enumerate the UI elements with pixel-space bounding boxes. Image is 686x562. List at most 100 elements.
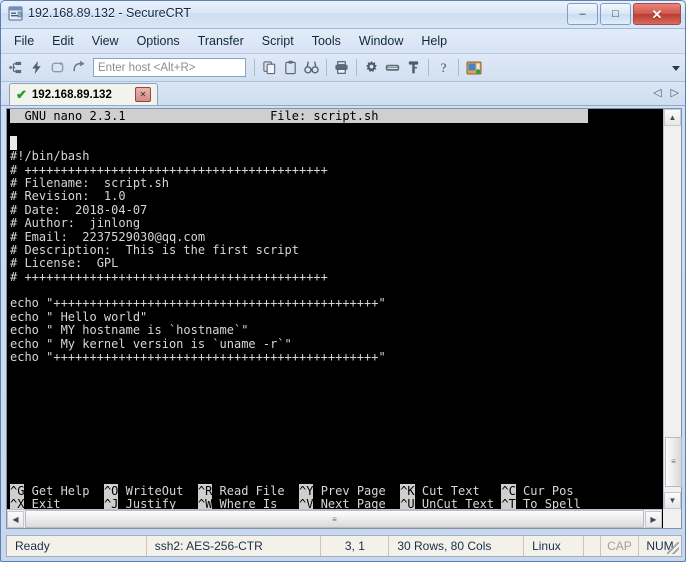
- menu-window[interactable]: Window: [350, 31, 412, 51]
- toolbar-overflow-chevron-icon[interactable]: [672, 66, 680, 71]
- new-session-icon[interactable]: [5, 57, 26, 78]
- menu-edit[interactable]: Edit: [43, 31, 83, 51]
- menu-transfer[interactable]: Transfer: [189, 31, 253, 51]
- scroll-right-icon: ▶: [650, 514, 657, 524]
- close-icon: ✕: [651, 6, 663, 22]
- terminal-line-text: # ++++++++++++++++++++++++++++++++++++++…: [10, 162, 328, 177]
- nano-shortcut-label: Get Help: [24, 483, 104, 498]
- tab-nav: ◁ ▷: [653, 86, 679, 99]
- menu-tools[interactable]: Tools: [303, 31, 350, 51]
- terminal-cursor: [10, 135, 18, 150]
- scroll-left-button[interactable]: ◀: [7, 510, 24, 528]
- gear-icon[interactable]: [361, 57, 382, 78]
- nano-shortcut-label: Exit: [24, 497, 104, 509]
- scroll-up-button[interactable]: ▲: [664, 109, 681, 126]
- nano-shortcut-label: Where Is: [212, 497, 300, 509]
- menu-script[interactable]: Script: [253, 31, 303, 51]
- nano-shortcut-label: Cur Pos: [515, 483, 589, 498]
- window-title: 192.168.89.132 - SecureCRT: [28, 6, 192, 20]
- nano-shortcut-key: ^W: [197, 497, 213, 509]
- securecrt-app-icon: [8, 6, 23, 21]
- terminal-line-text: # Revision: 1.0: [10, 189, 126, 204]
- menu-file[interactable]: File: [5, 31, 43, 51]
- terminal-blank-row: [10, 418, 662, 431]
- session-tab-label: 192.168.89.132: [31, 88, 112, 101]
- terminal-line: echo "++++++++++++++++++++++++++++++++++…: [10, 350, 662, 364]
- terminal-blank-row: [10, 405, 662, 418]
- nano-shortcut-key: ^C: [501, 483, 516, 498]
- status-caps-lock: CAP: [601, 536, 639, 556]
- terminal-line: #!/bin/bash: [10, 149, 662, 163]
- quick-connect-icon[interactable]: [26, 57, 47, 78]
- menu-options[interactable]: Options: [128, 31, 189, 51]
- nano-shortcut-key: ^G: [10, 483, 25, 498]
- help-icon[interactable]: ?: [433, 57, 454, 78]
- key-icon[interactable]: [403, 57, 424, 78]
- maximize-button[interactable]: □: [600, 3, 631, 25]
- terminal-line-text: # ++++++++++++++++++++++++++++++++++++++…: [10, 269, 328, 284]
- session-tab-bar: ✔ 192.168.89.132 ✕ ◁ ▷: [1, 82, 685, 106]
- host-input-placeholder: Enter host <Alt+R>: [98, 61, 196, 74]
- terminal-vertical-scrollbar[interactable]: ▲ ≡ ▼: [663, 109, 682, 509]
- close-button[interactable]: ✕: [633, 3, 681, 25]
- nano-shortcut-label: Prev Page: [313, 483, 401, 498]
- terminal-line: echo " My kernel version is `uname -r`": [10, 336, 662, 351]
- scroll-left-icon: ◀: [12, 514, 19, 524]
- tab-next-icon[interactable]: ▷: [671, 86, 679, 99]
- nano-shortcut-label: WriteOut: [118, 483, 198, 498]
- minimize-button[interactable]: –: [567, 3, 598, 25]
- host-input[interactable]: Enter host <Alt+R>: [93, 58, 246, 77]
- securecrt-window: 192.168.89.132 - SecureCRT – □ ✕ File Ed…: [0, 0, 686, 562]
- minimize-icon: –: [579, 7, 586, 20]
- menu-view[interactable]: View: [83, 31, 128, 51]
- terminal-line-text: echo " My kernel version is `uname -r`": [10, 336, 292, 351]
- scroll-up-icon: ▲: [668, 113, 677, 122]
- tab-prev-icon[interactable]: ◁: [653, 86, 661, 99]
- terminal-blank-row: [10, 472, 662, 485]
- terminal-screen[interactable]: GNU nano 2.3.1 File: script.sh #!/bin/ba…: [7, 109, 662, 509]
- nano-shortcut-label: Justify: [118, 497, 198, 509]
- keyboard-icon[interactable]: [382, 57, 403, 78]
- paste-icon[interactable]: [280, 57, 301, 78]
- resize-grip-icon[interactable]: [667, 542, 679, 554]
- copy-icon[interactable]: [259, 57, 280, 78]
- terminal-line-text: # Description: This is the first script: [10, 242, 299, 257]
- status-dimensions: 30 Rows, 80 Cols: [389, 536, 525, 556]
- terminal-line-text: # License: GPL: [10, 256, 119, 271]
- scroll-right-button[interactable]: ▶: [645, 510, 662, 528]
- find-icon[interactable]: [301, 57, 322, 78]
- terminal-line-text: # Email: 2237529030@qq.com: [10, 229, 206, 244]
- title-bar: 192.168.89.132 - SecureCRT – □ ✕: [1, 1, 685, 29]
- reconnect-icon[interactable]: [47, 57, 68, 78]
- terminal-blank-row: [10, 364, 662, 377]
- session-manager-icon[interactable]: [463, 57, 484, 78]
- nano-shortcut-key: ^X: [10, 497, 25, 509]
- terminal-line: # Revision: 1.0: [10, 190, 662, 203]
- thumb-grip-icon: ≡: [671, 457, 676, 466]
- menu-help[interactable]: Help: [412, 31, 456, 51]
- status-cursor-position: 3, 1: [321, 536, 390, 556]
- terminal-horizontal-scrollbar[interactable]: ◀ ≡ ▶: [7, 509, 662, 528]
- nano-title-text: GNU nano 2.3.1 File: script.sh: [10, 109, 588, 123]
- session-tab[interactable]: ✔ 192.168.89.132 ✕: [9, 83, 158, 105]
- window-controls: – □ ✕: [567, 3, 681, 25]
- nano-shortcut-key: ^O: [103, 483, 119, 498]
- terminal-blank-row: [10, 378, 662, 391]
- nano-shortcut-key: ^R: [197, 483, 213, 498]
- print-icon[interactable]: [331, 57, 352, 78]
- nano-shortcut-key: ^U: [400, 497, 415, 509]
- session-tab-close-icon[interactable]: ✕: [135, 87, 151, 102]
- scroll-down-button[interactable]: ▼: [664, 492, 681, 509]
- svg-text:?: ?: [441, 60, 447, 75]
- status-bar: Ready ssh2: AES-256-CTR 3, 1 30 Rows, 80…: [6, 535, 682, 557]
- vertical-scrollbar-thumb[interactable]: ≡: [665, 437, 682, 487]
- status-ready: Ready: [7, 536, 147, 556]
- disconnect-icon[interactable]: [68, 57, 89, 78]
- nano-shortcut-key: ^K: [400, 483, 415, 498]
- connected-check-icon: ✔: [16, 87, 27, 102]
- nano-shortcut-label: Next Page: [313, 497, 401, 509]
- terminal-line: # Email: 2237529030@qq.com: [10, 229, 662, 244]
- terminal-line: # Filename: script.sh: [10, 176, 662, 190]
- horizontal-scrollbar-thumb[interactable]: ≡: [25, 510, 644, 528]
